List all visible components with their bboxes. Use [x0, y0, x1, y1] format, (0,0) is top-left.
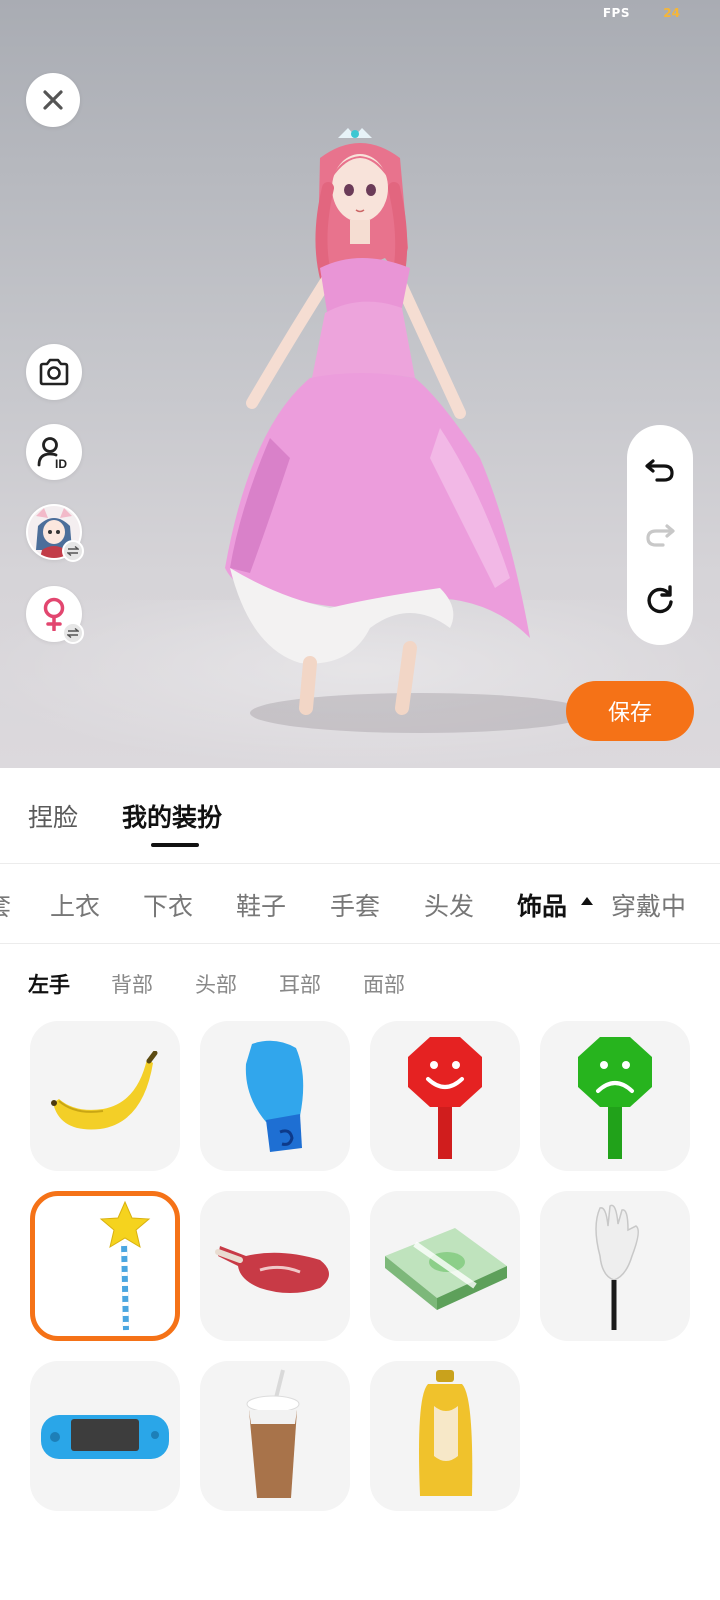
fps-label: FPS: [602, 6, 630, 20]
swap-badge: [62, 622, 84, 644]
sub-tabs: 左手 背部 头部 耳部 面部: [0, 944, 720, 1014]
user-id-icon: ID: [37, 437, 67, 469]
redo-icon: [646, 524, 675, 547]
category-tab-suit[interactable]: 套: [0, 887, 11, 923]
camera-button[interactable]: [26, 344, 82, 400]
subtab-head[interactable]: 头部: [195, 969, 237, 999]
camera-icon: [39, 358, 69, 386]
handheld-console-icon: [41, 1415, 169, 1459]
avatar-stage[interactable]: FPS 24 ID 保存: [0, 0, 720, 768]
coffee-cup-icon: [246, 1369, 300, 1498]
swap-badge: [62, 540, 84, 562]
swap-icon: [67, 546, 79, 556]
close-icon: [43, 90, 63, 110]
active-tab-indicator: [151, 843, 199, 847]
reset-button[interactable]: [640, 580, 680, 620]
bottle-icon: [419, 1370, 473, 1496]
avatar-character-model[interactable]: [210, 128, 570, 748]
banana-icon: [51, 1051, 158, 1130]
star-wand-icon: [99, 1200, 151, 1331]
switch-avatar-button[interactable]: [26, 504, 84, 562]
main-tabs: 捏脸 我的装扮: [0, 768, 720, 864]
item-banana[interactable]: [30, 1021, 180, 1171]
category-tab-bottoms[interactable]: 下衣: [143, 887, 193, 923]
subtab-left-hand[interactable]: 左手: [28, 969, 70, 999]
money-stack-icon: [385, 1228, 507, 1310]
item-white-glove-stick[interactable]: [540, 1191, 690, 1341]
steak-icon: [215, 1246, 329, 1293]
subtab-ears[interactable]: 耳部: [279, 969, 321, 999]
item-boxing-glove[interactable]: [200, 1021, 350, 1171]
reset-icon: [647, 585, 673, 614]
item-star-wand[interactable]: [30, 1191, 180, 1341]
category-tab-shoes[interactable]: 鞋子: [236, 887, 286, 923]
tab-my-outfit[interactable]: 我的装扮: [122, 798, 222, 834]
glove-stick-icon: [595, 1204, 639, 1330]
swap-icon: [67, 628, 79, 638]
item-coffee-cup[interactable]: [200, 1361, 350, 1511]
fps-value: 24: [663, 6, 680, 20]
undo-button[interactable]: [640, 450, 680, 490]
undo-icon: [645, 459, 674, 482]
category-tabs[interactable]: 套 上衣 下衣 鞋子 手套 头发 饰品 穿戴中: [0, 864, 720, 944]
smiley-sign-icon: [408, 1037, 482, 1159]
category-tab-wearing[interactable]: 穿戴中: [611, 887, 686, 923]
avatar-id-button[interactable]: ID: [26, 424, 82, 480]
history-panel: [627, 425, 693, 645]
item-yellow-bottle[interactable]: [370, 1361, 520, 1511]
redo-button[interactable]: [640, 515, 680, 555]
category-tab-tops[interactable]: 上衣: [50, 887, 100, 923]
subtab-back[interactable]: 背部: [111, 969, 153, 999]
save-button[interactable]: 保存: [566, 681, 694, 741]
item-green-sad-sign[interactable]: [540, 1021, 690, 1171]
item-money-stack[interactable]: [370, 1191, 520, 1341]
item-steak[interactable]: [200, 1191, 350, 1341]
sad-sign-icon: [578, 1037, 652, 1159]
caret-up-icon[interactable]: [581, 897, 593, 905]
boxing-glove-icon: [245, 1040, 304, 1152]
category-tab-hair[interactable]: 头发: [424, 887, 474, 923]
item-red-smiley-sign[interactable]: [370, 1021, 520, 1171]
subtab-face[interactable]: 面部: [363, 969, 405, 999]
category-tab-gloves[interactable]: 手套: [330, 887, 380, 923]
item-handheld-console[interactable]: [30, 1361, 180, 1511]
svg-text:ID: ID: [55, 457, 67, 469]
close-button[interactable]: [26, 73, 80, 127]
category-tab-accessories[interactable]: 饰品: [517, 887, 567, 923]
tab-face-edit[interactable]: 捏脸: [28, 798, 78, 834]
switch-gender-button[interactable]: [26, 586, 84, 644]
